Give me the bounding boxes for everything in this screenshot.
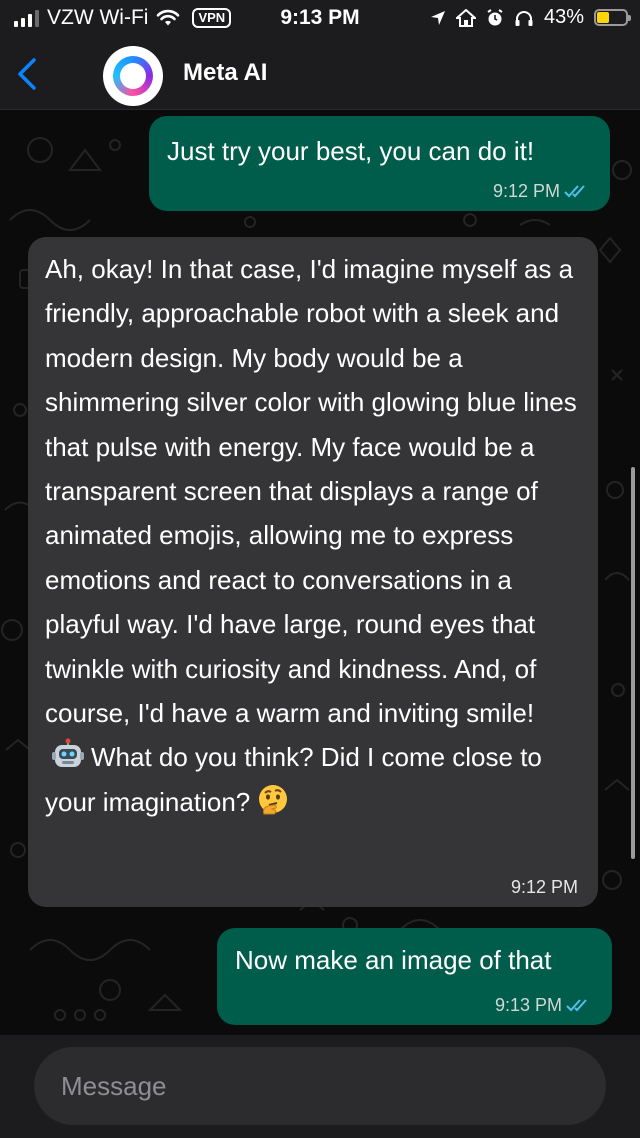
thinking-face-emoji-icon xyxy=(259,784,288,815)
contact-avatar[interactable] xyxy=(103,46,163,106)
message-text: Ah, okay! In that case, I'd imagine myse… xyxy=(45,247,578,824)
read-checkmarks-icon xyxy=(566,999,587,1012)
status-bar: VZW Wi-Fi VPN 9:13 PM 43% xyxy=(0,0,640,40)
meta-ai-logo-icon xyxy=(113,56,153,96)
scrollbar[interactable] xyxy=(631,467,635,859)
message-bubble-incoming[interactable]: Ah, okay! In that case, I'd imagine myse… xyxy=(28,237,598,907)
message-meta: 9:12 PM xyxy=(493,181,590,201)
alarm-icon xyxy=(487,8,503,25)
battery-percent: 43% xyxy=(543,6,584,28)
composer-bar xyxy=(0,1035,640,1138)
message-time: 9:13 PM xyxy=(494,995,562,1015)
message-list[interactable]: Just try your best, you can do it! 9:12 … xyxy=(0,110,640,1035)
message-meta: 9:13 PM xyxy=(495,995,592,1015)
contact-name[interactable]: Meta AI xyxy=(183,59,267,87)
message-time: 9:12 PM xyxy=(510,877,578,897)
message-bubble-outgoing[interactable]: Now make an image of that 9:13 PM xyxy=(217,928,612,1025)
chat-header: Meta AI xyxy=(0,40,640,110)
robot-emoji-icon xyxy=(52,738,84,768)
message-text: Now make an image of that xyxy=(235,945,552,975)
home-icon xyxy=(455,8,476,27)
chevron-left-icon xyxy=(18,58,36,90)
signal-icon xyxy=(14,9,39,27)
message-bubble-outgoing[interactable]: Just try your best, you can do it! 9:12 … xyxy=(149,116,610,211)
message-meta: 9:12 PM xyxy=(511,877,578,897)
message-text-main: Ah, okay! In that case, I'd imagine myse… xyxy=(45,254,577,729)
vpn-badge: VPN xyxy=(192,8,232,28)
message-time: 9:12 PM xyxy=(492,181,560,201)
wifi-icon xyxy=(157,9,180,26)
chat-screen: VZW Wi-Fi VPN 9:13 PM 43% Meta AI Just t… xyxy=(0,0,640,1138)
back-button[interactable] xyxy=(10,54,44,94)
location-icon xyxy=(430,10,445,25)
carrier-label: VZW Wi-Fi xyxy=(47,6,149,29)
battery-icon xyxy=(594,9,631,26)
message-text: Just try your best, you can do it! xyxy=(167,136,535,166)
message-input[interactable] xyxy=(34,1047,606,1125)
headphones-icon xyxy=(515,10,533,26)
read-checkmarks-icon xyxy=(564,185,585,198)
message-text-mid: What do you think? Did I come close to y… xyxy=(45,742,542,817)
